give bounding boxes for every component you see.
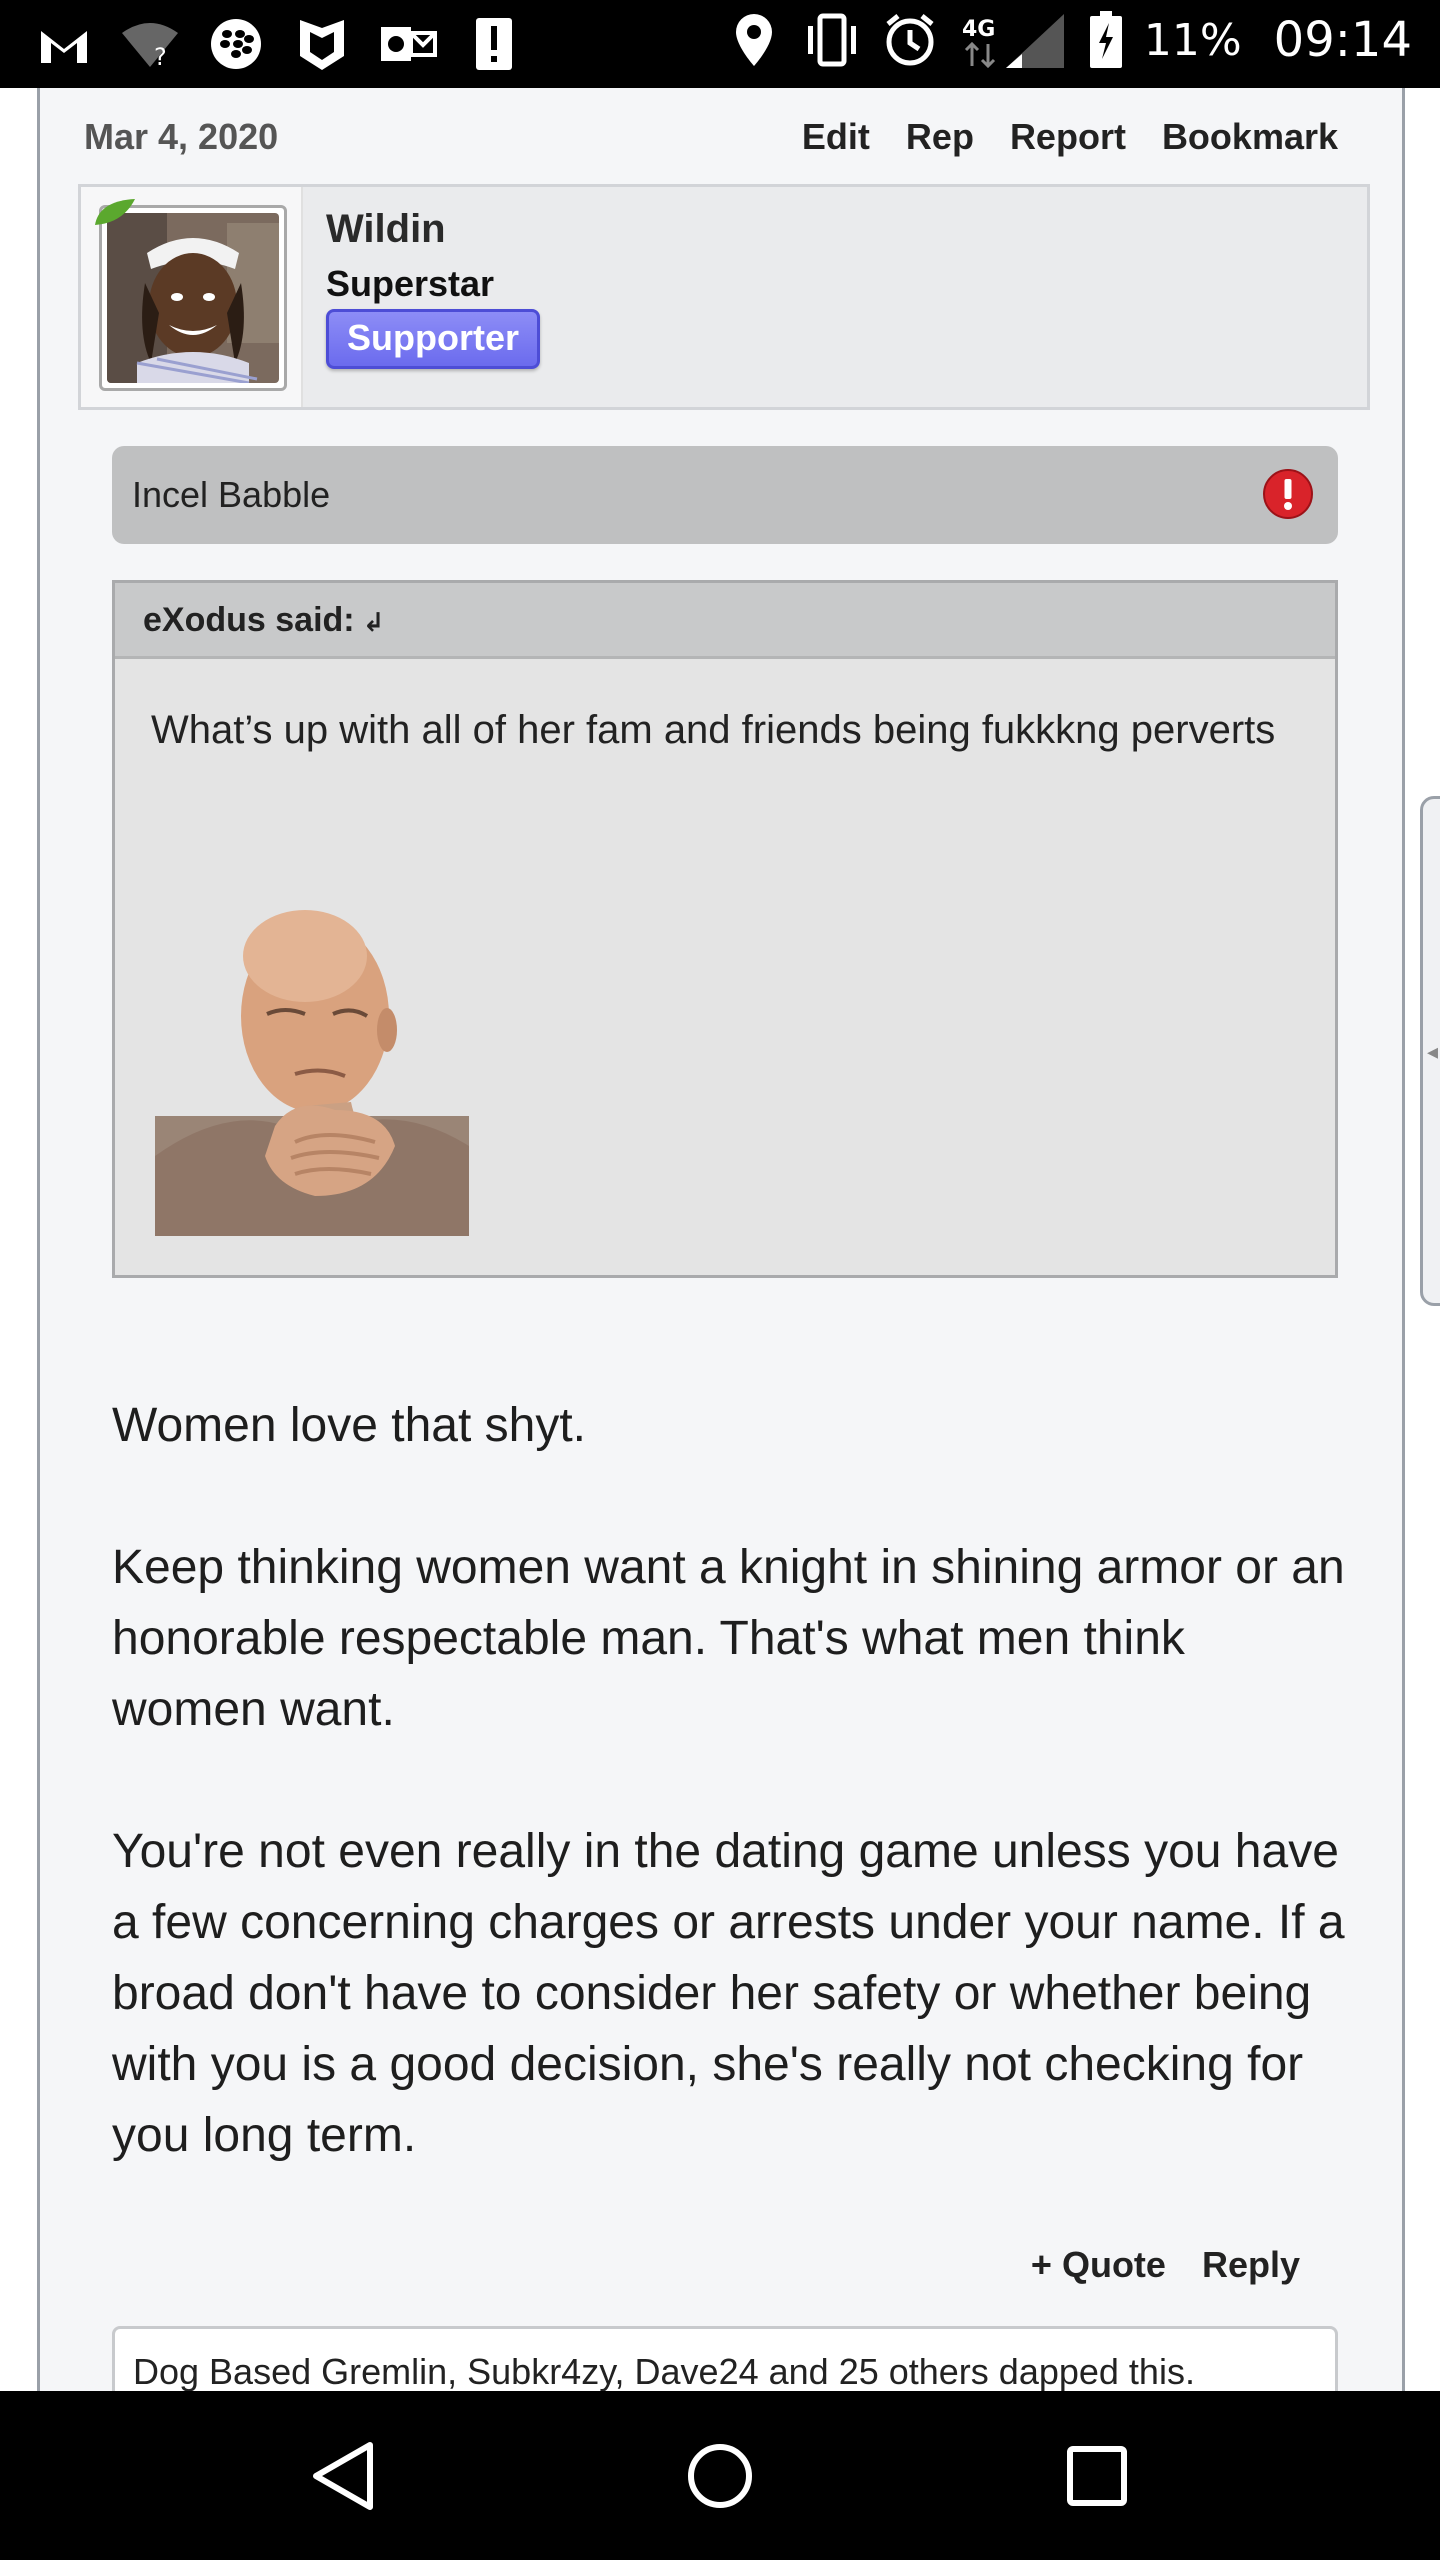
bookmark-link[interactable]: Bookmark <box>1162 116 1338 158</box>
spoiler-header[interactable]: Incel Babble <box>112 446 1338 544</box>
outlook-icon <box>378 14 438 74</box>
alert-icon <box>464 14 524 74</box>
side-drawer-handle[interactable]: ◂ <box>1420 796 1440 1306</box>
post-actions: Edit Rep Report Bookmark <box>802 116 1338 158</box>
status-bar: ? 4G 11% 09:14 <box>0 0 1440 88</box>
vibrate-icon <box>802 10 862 70</box>
user-title: Superstar <box>326 263 495 304</box>
username[interactable]: Wildin <box>326 207 446 252</box>
gmail-icon <box>34 14 94 74</box>
post-footer: + Quote Reply <box>1031 2244 1300 2286</box>
notification-icons: ? <box>34 14 524 74</box>
spoiler-label: Incel Babble <box>132 474 331 515</box>
reply-button[interactable]: Reply <box>1202 2244 1300 2286</box>
home-icon[interactable] <box>675 2431 765 2521</box>
quote-text: What’s up with all of her fam and friend… <box>151 708 1276 752</box>
supporter-badge: Supporter <box>326 309 540 369</box>
avatar[interactable] <box>99 205 287 391</box>
post-header: Mar 4, 2020 Edit Rep Report Bookmark <box>40 88 1402 180</box>
quote-author[interactable]: eXodus said: ↲ <box>143 601 384 640</box>
warning-icon <box>1263 469 1313 519</box>
network-type-label: 4G <box>962 17 995 42</box>
web-page[interactable]: Mar 4, 2020 Edit Rep Report Bookmark Wil… <box>0 88 1440 2391</box>
alarm-icon <box>880 10 940 70</box>
message-paragraph: Keep thinking women want a knight in shi… <box>112 1541 1345 1736</box>
likes-text: Dog Based Gremlin, Subkr4zy, Dave24 and … <box>133 2351 1195 2391</box>
post-container: Mar 4, 2020 Edit Rep Report Bookmark Wil… <box>37 88 1405 2391</box>
location-icon <box>724 10 784 70</box>
battery-charging-icon <box>1086 10 1126 70</box>
post-date: Mar 4, 2020 <box>84 116 279 157</box>
message-paragraph: Women love that shyt. <box>112 1399 586 1452</box>
wifi-unknown-icon: ? <box>120 14 180 74</box>
4g-signal-icon: 4G <box>958 10 1068 70</box>
quote-block: eXodus said: ↲ What’s up with all of her … <box>112 580 1338 1278</box>
avatar-panel <box>81 187 303 407</box>
quote-button[interactable]: + Quote <box>1031 2244 1166 2286</box>
clock: 09:14 <box>1273 12 1412 68</box>
quote-header: eXodus said: ↲ <box>115 583 1335 659</box>
blackberry-icon <box>206 14 266 74</box>
jump-to-quote-icon[interactable]: ↲ <box>363 607 385 637</box>
quote-body: What’s up with all of her fam and friend… <box>115 662 1335 1275</box>
message-paragraph: You're not even really in the dating gam… <box>112 1825 1345 2162</box>
back-icon[interactable] <box>298 2431 388 2521</box>
leaf-icon <box>95 199 135 225</box>
system-status: 4G 11% 09:14 <box>724 10 1412 70</box>
report-link[interactable]: Report <box>1010 116 1126 158</box>
chevron-left-icon: ◂ <box>1427 1039 1439 1064</box>
navigation-bar <box>0 2391 1440 2560</box>
user-card: Wildin Superstar Supporter <box>78 184 1370 410</box>
svg-text:?: ? <box>154 43 167 69</box>
facepalm-reaction-image[interactable] <box>155 896 469 1236</box>
edit-link[interactable]: Edit <box>802 116 870 158</box>
battery-percentage: 11% <box>1143 14 1242 66</box>
shield-icon <box>292 14 352 74</box>
rep-link[interactable]: Rep <box>906 116 974 158</box>
likes-bar[interactable]: Dog Based Gremlin, Subkr4zy, Dave24 and … <box>112 2326 1338 2391</box>
post-message: Women love that shyt. Keep thinking wome… <box>112 1390 1352 2242</box>
recents-icon[interactable] <box>1052 2431 1142 2521</box>
